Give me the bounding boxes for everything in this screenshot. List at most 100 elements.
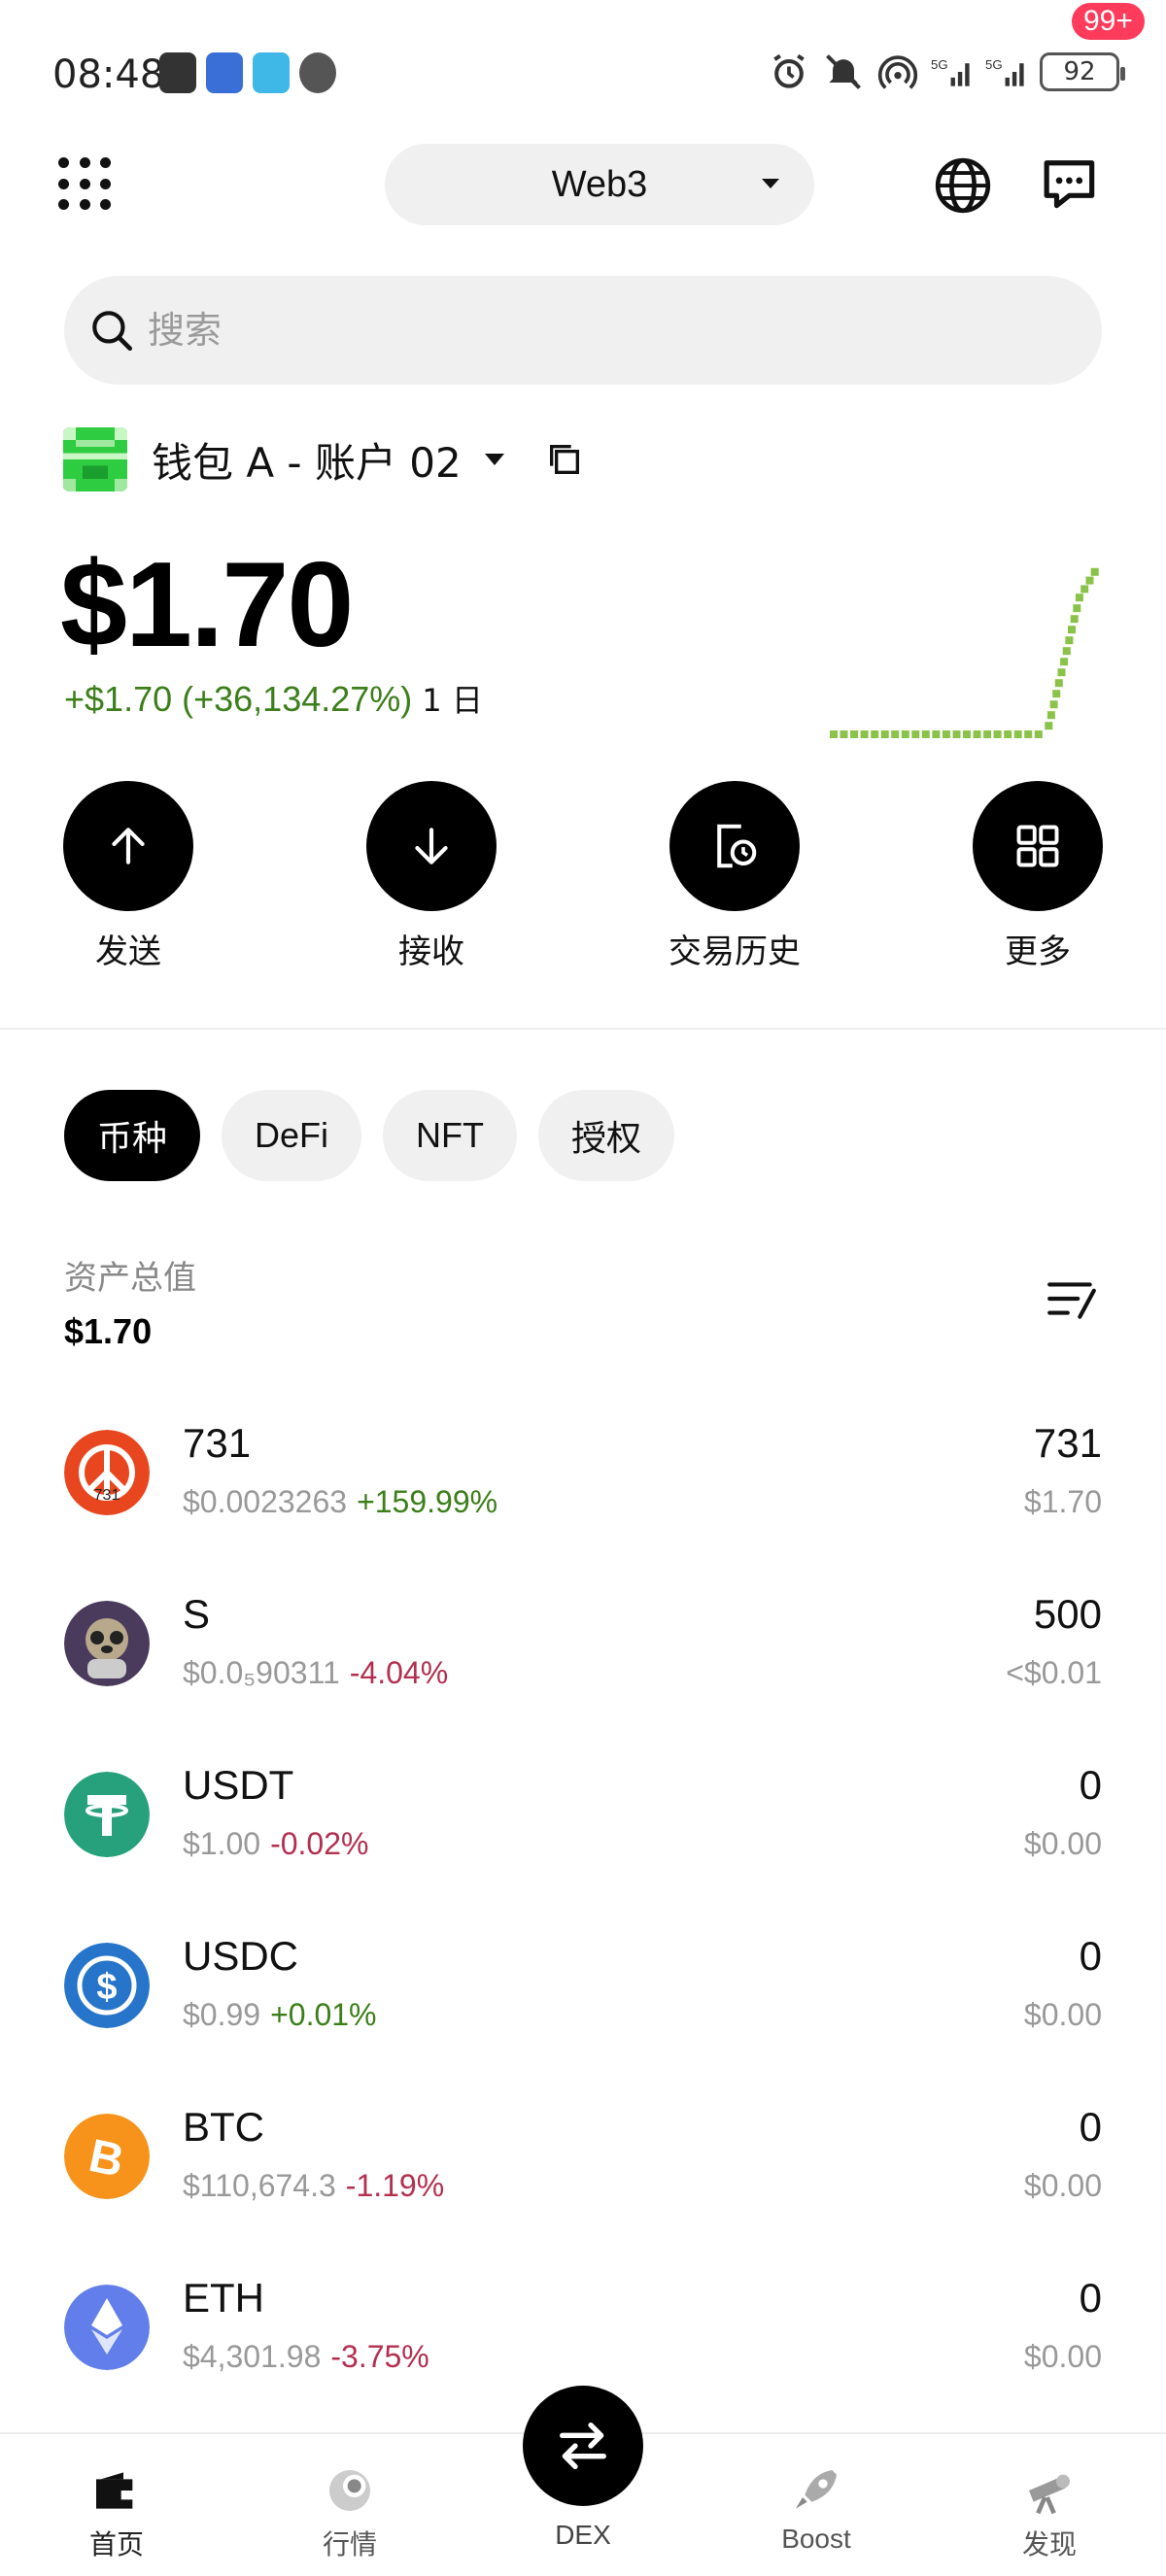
nav-home-label: 首页 (88, 2529, 144, 2559)
tab-defi[interactable]: DeFi (222, 1090, 362, 1181)
token-eth-icon (64, 2285, 150, 2370)
top-header: Web3 (0, 144, 1166, 227)
total-assets-label: 资产总值 (64, 1259, 196, 1298)
token-change: -1.19% (345, 2168, 445, 2203)
search-input[interactable] (148, 309, 1022, 352)
sparkline-dot (1052, 690, 1061, 698)
upload-notification-icon (159, 52, 196, 93)
token-change: +159.99% (357, 1484, 498, 1519)
token-row-btc[interactable]: B BTC $110,674.3 -1.19% 0 $0.00 (0, 2094, 1166, 2265)
sparkline-dot (880, 730, 889, 738)
market-icon (329, 2470, 370, 2511)
token-row-usdc[interactable]: $ USDC $0.99 +0.01% 0 $0.00 (0, 1923, 1166, 2094)
sort-icon[interactable] (1046, 1274, 1098, 1323)
balance-change-value: +$1.70 (+36,134.27%) (64, 679, 413, 719)
sparkline-dot (1070, 615, 1079, 624)
wallet-switcher[interactable]: 钱包 A - 账户 02 (62, 427, 584, 491)
balance-sparkline[interactable] (826, 554, 1108, 748)
balance-change: +$1.70 (+36,134.27%) 1 日 (64, 676, 483, 721)
token-change: -4.04% (349, 1655, 449, 1690)
token-change: -3.75% (330, 2339, 429, 2374)
battery-indicator: 92 (1040, 52, 1125, 91)
sparkline-dot (1054, 679, 1063, 688)
token-change: +0.01% (270, 1997, 377, 2032)
token-quantity: 500 (1033, 1591, 1102, 1637)
signal-5g-icon: 5G (931, 57, 970, 86)
history-label: 交易历史 (669, 932, 801, 971)
token-symbol: ETH (183, 2275, 264, 2321)
history-button[interactable]: 交易历史 (657, 781, 812, 972)
asset-tabs: 币种 DeFi NFT 授权 (64, 1090, 675, 1181)
tab-approvals[interactable]: 授权 (538, 1090, 675, 1181)
notification-icons (159, 52, 336, 93)
sparkline-dot (1046, 711, 1055, 720)
quick-actions: 发送 接收 交易历史 更多 (0, 781, 1166, 971)
token-price: $0.0₅90311 (183, 1655, 340, 1690)
token-price-row: $4,301.98 -3.75% (183, 2339, 429, 2375)
caret-down-icon (762, 179, 779, 188)
sparkline-dot (1045, 722, 1053, 730)
nav-discover[interactable]: 发现 (981, 2463, 1117, 2562)
token-symbol: S (183, 1591, 211, 1637)
nav-market[interactable]: 行情 (282, 2463, 418, 2562)
nav-home[interactable]: 首页 (49, 2463, 185, 2562)
dex-swap-button[interactable] (523, 2386, 643, 2506)
token-row-731[interactable]: 731 731 $0.0023263 +159.99% 731 $1.70 (0, 1410, 1166, 1581)
arrow-down-icon (415, 828, 448, 864)
notification-badge: 99+ (1069, 0, 1148, 43)
tab-tokens[interactable]: 币种 (64, 1090, 201, 1181)
sparkline-dot (901, 730, 909, 738)
token-quantity: 0 (1079, 1762, 1102, 1808)
nav-boost[interactable]: Boost (748, 2463, 884, 2555)
token-quantity: 0 (1079, 2275, 1102, 2321)
token-symbol: USDC (183, 1933, 299, 1979)
more-button[interactable]: 更多 (960, 781, 1115, 972)
token-price: $0.0023263 (183, 1484, 348, 1519)
send-button[interactable]: 发送 (51, 781, 206, 972)
sparkline-dot (1062, 647, 1071, 656)
network-selector[interactable]: Web3 (385, 144, 814, 225)
token-value: <$0.01 (1006, 1655, 1102, 1690)
hotspot-icon (877, 55, 918, 89)
apps-menu-button[interactable] (58, 157, 113, 212)
status-bar: 08:48 5G 5G 92 (0, 39, 1166, 107)
token-symbol: 731 (183, 1420, 252, 1466)
sparkline-dot (1057, 668, 1066, 677)
message-icon[interactable] (1038, 155, 1106, 216)
alarm-icon (773, 53, 805, 88)
arrow-up-icon (112, 828, 145, 864)
token-row-s[interactable]: S $0.0₅90311 -4.04% 500 <$0.01 (0, 1581, 1166, 1752)
sparkline-dot (1068, 626, 1076, 634)
token-list: 731 731 $0.0023263 +159.99% 731 $1.70 S $… (0, 1410, 1166, 2436)
token-price: $110,674.3 (183, 2168, 336, 2203)
wallet-icon (96, 2472, 137, 2509)
more-label: 更多 (1005, 932, 1071, 971)
wallet-name: 钱包 A - 账户 02 (152, 438, 462, 487)
token-s-icon (64, 1601, 150, 1686)
token-symbol: BTC (183, 2104, 264, 2150)
token-price-row: $0.0₅90311 -4.04% (183, 1655, 448, 1691)
sparkline-dot (963, 730, 971, 738)
svg-text:5G: 5G (931, 57, 948, 72)
sparkline-dot (952, 730, 961, 738)
sparkline-dot (973, 730, 981, 738)
sparkline-dot (942, 730, 950, 738)
token-change: -0.02% (270, 1826, 369, 1861)
token-quantity: 0 (1079, 1933, 1102, 1979)
token-row-usdt[interactable]: USDT $1.00 -0.02% 0 $0.00 (0, 1752, 1166, 1923)
receive-label: 接收 (398, 932, 464, 971)
sparkline-dot (1075, 593, 1083, 602)
sparkline-dot (891, 730, 900, 738)
copy-icon[interactable] (545, 440, 584, 479)
sparkline-dot (830, 730, 838, 738)
receive-button[interactable]: 接收 (354, 781, 509, 972)
token-quantity: 0 (1079, 2104, 1102, 2150)
tab-nft[interactable]: NFT (383, 1090, 518, 1181)
search-bar[interactable] (64, 276, 1102, 385)
sparkline-dot (850, 730, 859, 738)
sparkline-dot (1080, 585, 1089, 593)
globe-icon[interactable] (933, 155, 993, 216)
svg-text:$: $ (96, 1967, 117, 2008)
nav-market-label: 行情 (322, 2529, 377, 2559)
token-value: $0.00 (1023, 2168, 1102, 2203)
